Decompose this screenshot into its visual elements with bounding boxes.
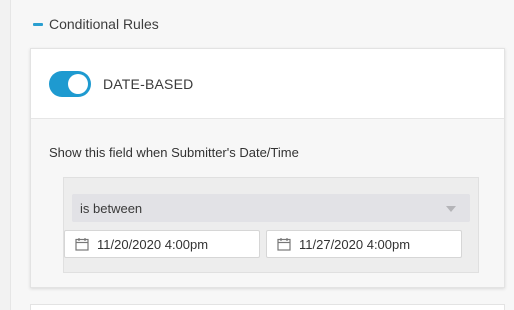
collapse-icon[interactable]	[33, 22, 43, 26]
toggle-knob	[68, 73, 88, 94]
date-based-toggle[interactable]	[49, 70, 91, 97]
rule-box: is between 11/20/2020 4:00pm 11/27/2020 …	[63, 177, 479, 273]
calendar-icon	[277, 238, 291, 251]
section-title: Conditional Rules	[49, 16, 159, 32]
end-date-value: 11/27/2020 4:00pm	[299, 236, 411, 252]
next-rule-card	[30, 304, 505, 310]
card-header: DATE-BASED	[31, 49, 504, 119]
condition-description: Show this field when Submitter's Date/Ti…	[49, 145, 299, 160]
start-date-field[interactable]: 11/20/2020 4:00pm	[64, 230, 260, 258]
operator-value: is between	[80, 200, 143, 216]
date-based-rule-card: DATE-BASED Show this field when Submitte…	[30, 48, 505, 288]
calendar-icon	[75, 238, 89, 251]
chevron-down-icon	[446, 206, 456, 212]
section-header[interactable]: Conditional Rules	[33, 14, 159, 34]
end-date-field[interactable]: 11/27/2020 4:00pm	[266, 230, 462, 258]
start-date-value: 11/20/2020 4:00pm	[97, 236, 209, 252]
card-body: Show this field when Submitter's Date/Ti…	[31, 119, 504, 287]
operator-select[interactable]: is between	[72, 194, 470, 222]
card-title: DATE-BASED	[103, 75, 194, 92]
